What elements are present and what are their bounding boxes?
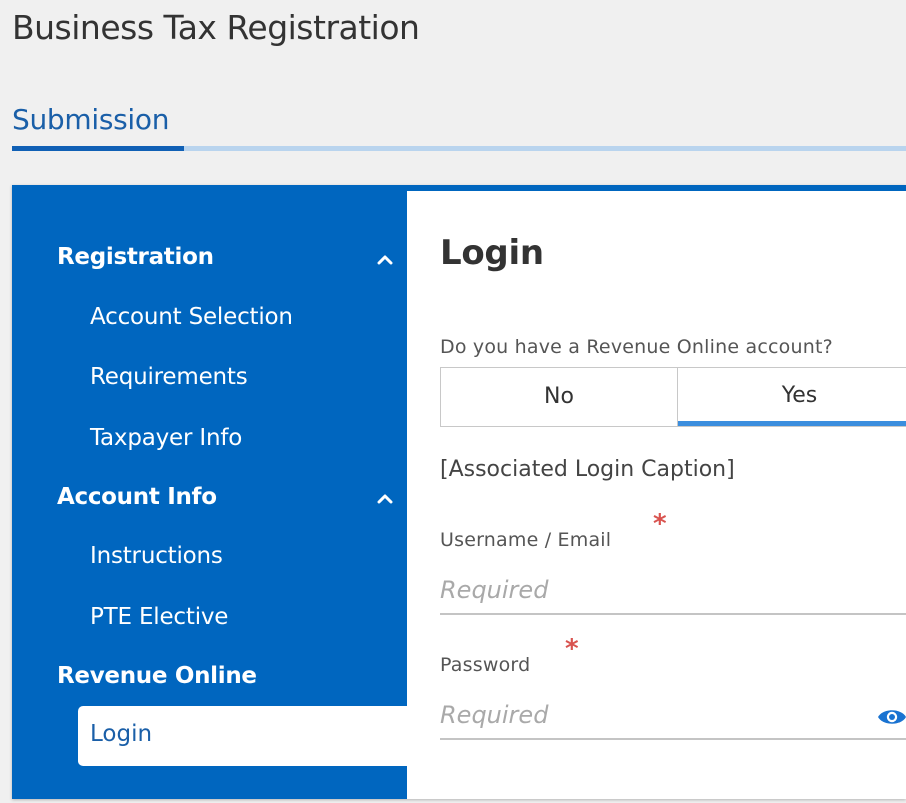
- toggle-no-button[interactable]: No: [441, 368, 678, 426]
- required-marker: *: [565, 634, 579, 664]
- account-question: Do you have a Revenue Online account?: [440, 336, 833, 358]
- sidebar-nav: Registration Account Selection Requireme…: [12, 191, 407, 799]
- sidebar-section-account-info[interactable]: Account Info: [57, 484, 217, 510]
- eye-icon[interactable]: [877, 705, 906, 729]
- sidebar-item-login[interactable]: Login: [78, 706, 407, 766]
- sidebar-item-account-selection[interactable]: Account Selection: [90, 304, 293, 330]
- sidebar-item-taxpayer-info[interactable]: Taxpayer Info: [90, 425, 242, 451]
- sidebar-section-revenue-online[interactable]: Revenue Online: [57, 663, 257, 689]
- chevron-up-icon[interactable]: [374, 488, 396, 510]
- chevron-up-icon[interactable]: [374, 249, 396, 271]
- username-input[interactable]: [440, 567, 906, 615]
- username-label: Username / Email: [440, 529, 612, 551]
- toggle-yes-button[interactable]: Yes: [678, 368, 906, 426]
- sidebar-item-label: Login: [90, 721, 153, 747]
- sidebar-item-instructions[interactable]: Instructions: [90, 543, 223, 569]
- sidebar-item-pte-elective[interactable]: PTE Elective: [90, 604, 228, 630]
- page-title: Business Tax Registration: [12, 8, 420, 47]
- password-input[interactable]: [440, 692, 906, 740]
- login-panel: Login Do you have a Revenue Online accou…: [407, 191, 906, 799]
- login-title: Login: [440, 233, 544, 273]
- page-subtitle-tab: Submission: [12, 103, 170, 136]
- login-caption: [Associated Login Caption]: [440, 457, 735, 482]
- registration-card: Registration Account Selection Requireme…: [12, 185, 906, 799]
- required-marker: *: [653, 509, 667, 539]
- sidebar-section-registration[interactable]: Registration: [57, 244, 214, 270]
- account-toggle: No Yes: [440, 367, 906, 427]
- sidebar-item-requirements[interactable]: Requirements: [90, 364, 248, 390]
- password-label: Password: [440, 654, 531, 676]
- tab-underline-active: [12, 146, 184, 151]
